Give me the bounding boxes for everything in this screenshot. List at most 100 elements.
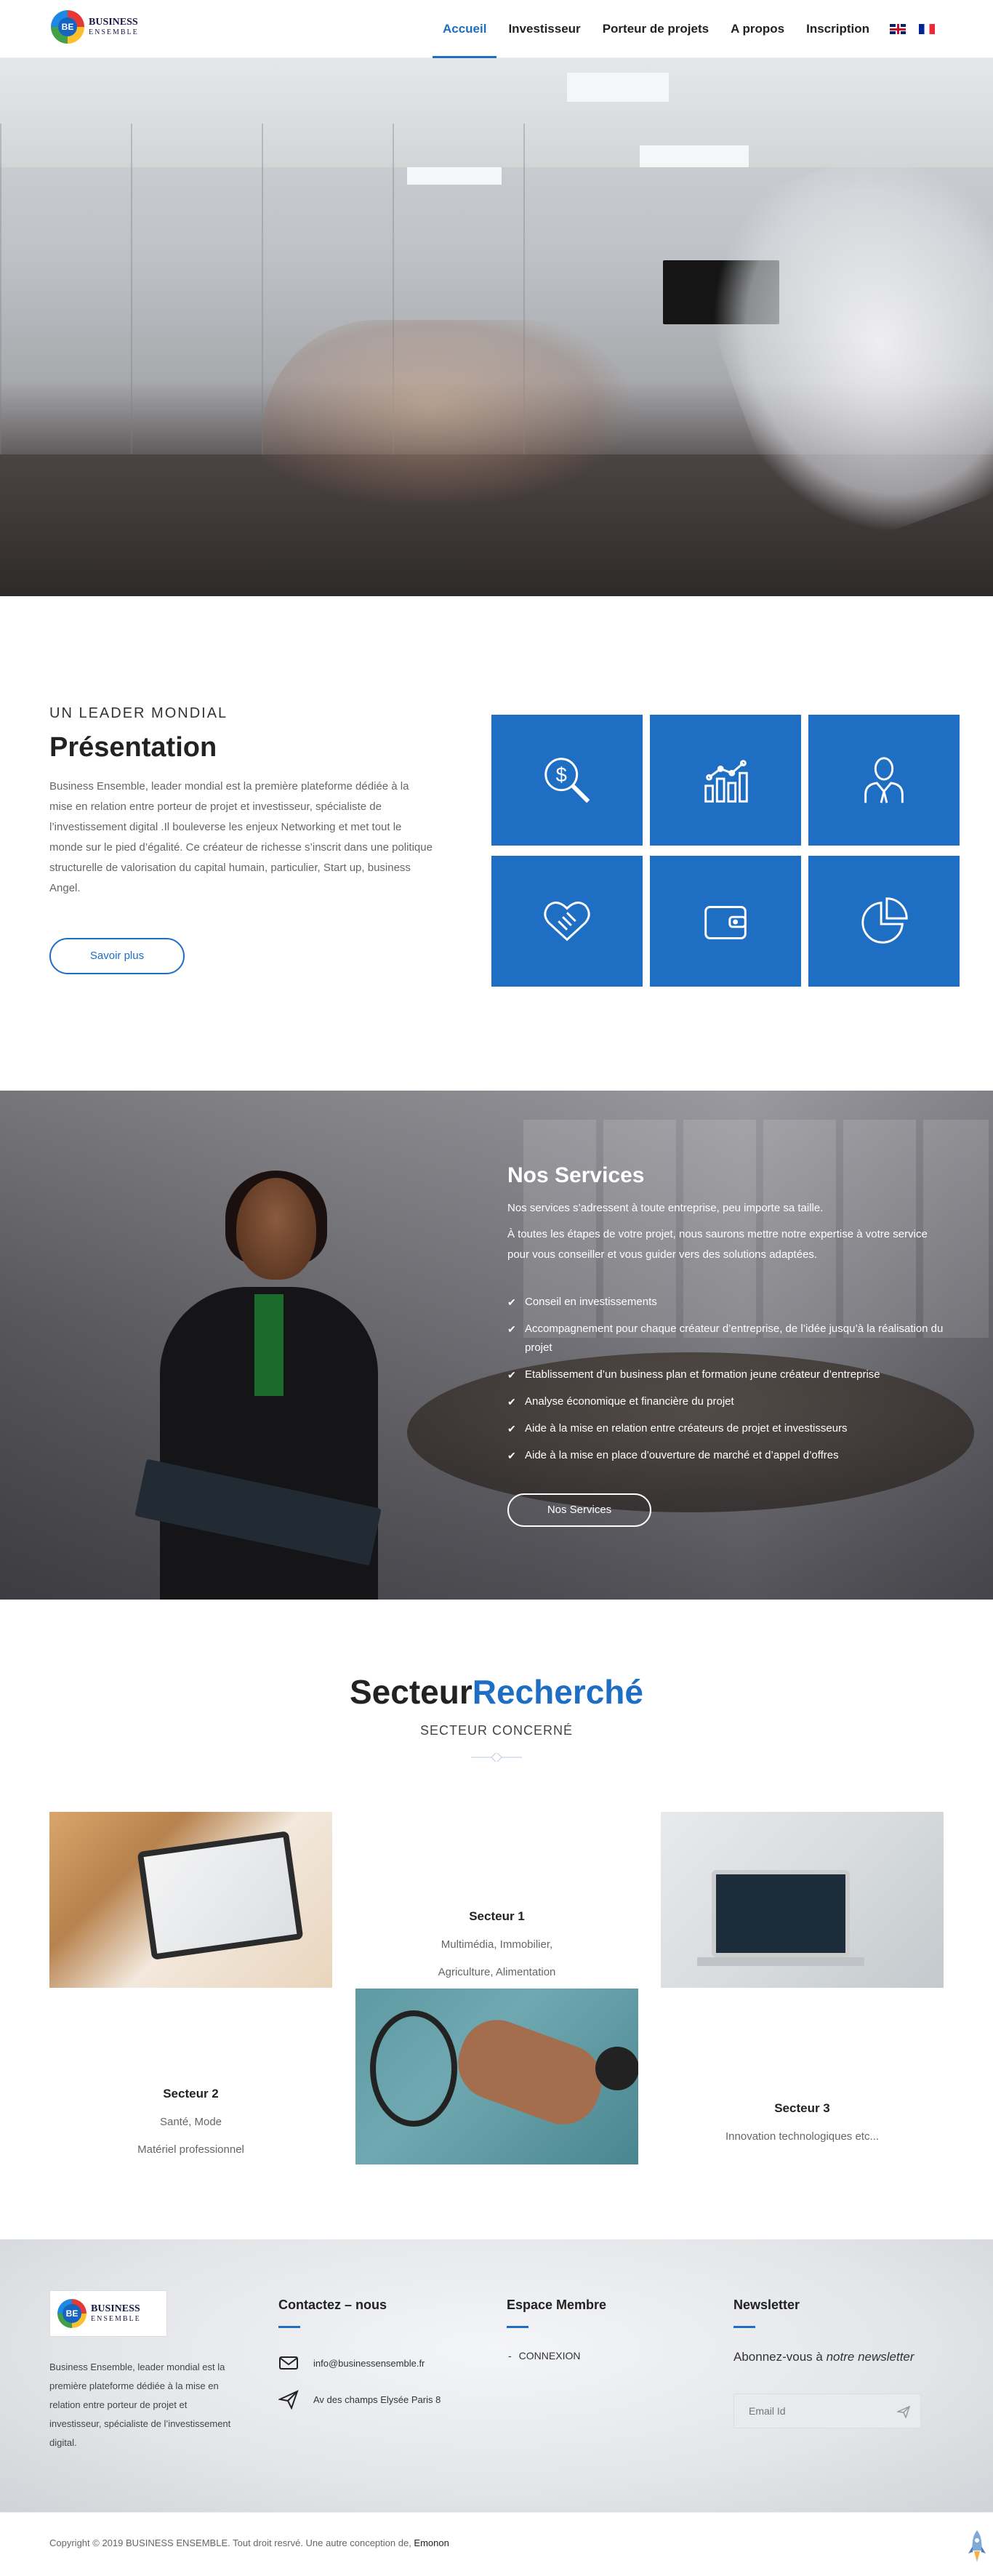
businesswoman-photo xyxy=(109,1171,429,1600)
secteur-2-block: Secteur 2 Santé, Mode Matériel professio… xyxy=(49,2087,332,2164)
svg-text:$: $ xyxy=(556,763,567,786)
nav-inscription[interactable]: Inscription xyxy=(806,0,869,58)
bar-chart-icon xyxy=(704,760,748,803)
nos-services-button[interactable]: Nos Services xyxy=(507,1493,651,1527)
secteur-title: SecteurRecherché xyxy=(350,1673,643,1711)
tile-wallet xyxy=(650,856,801,987)
bottom-bar: Copyright © 2019 BUSINESS ENSEMBLE. Tout… xyxy=(0,2512,993,2576)
secteur-2-line1: Santé, Mode xyxy=(159,2116,222,2128)
footer-logo[interactable]: BE BUSINESS ENSEMBLE xyxy=(49,2290,167,2337)
title-underline xyxy=(733,2326,755,2328)
tile-dollar-search: $ xyxy=(491,715,643,846)
site-footer: BE BUSINESS ENSEMBLE Business Ensemble, … xyxy=(0,2239,993,2512)
presentation-text-block: UN LEADER MONDIAL Présentation Business … xyxy=(49,705,435,974)
nav-accueil[interactable]: Accueil xyxy=(432,0,498,58)
fr-flag-icon[interactable] xyxy=(919,24,935,34)
envelope-icon xyxy=(279,2356,298,2370)
secteur-3-line1: Innovation technologiques etc... xyxy=(725,2130,879,2143)
main-nav: Accueil Investisseur Porteur de projets … xyxy=(421,0,935,58)
footer-contact: Contactez – nous info@businessensemble.f… xyxy=(278,2298,441,2410)
diamond-divider-icon xyxy=(471,1753,522,1762)
laptop-photo xyxy=(661,1812,944,1988)
presentation-title: Présentation xyxy=(49,732,217,763)
check-icon: ✔ xyxy=(507,1423,516,1435)
check-icon: ✔ xyxy=(507,1396,516,1408)
site-header: BE BUSINESS ENSEMBLE Accueil Investisseu… xyxy=(0,0,993,58)
logo-text: BUSINESS ENSEMBLE xyxy=(89,17,139,36)
check-icon: ✔ xyxy=(507,1450,516,1461)
tile-pie-chart xyxy=(808,856,960,987)
globe-logo-icon: BE xyxy=(51,10,84,44)
newsletter-text: Abonnez-vous à notre newsletter xyxy=(733,2350,914,2364)
handshake-icon xyxy=(544,902,590,942)
businessman-icon xyxy=(864,757,904,803)
secteur-2-title: Secteur 2 xyxy=(163,2087,219,2100)
presentation-text: Business Ensemble, leader mondial est la… xyxy=(49,780,433,894)
secteur-subtitle: SECTEUR CONCERNÉ xyxy=(419,1723,574,1738)
nav-a-propos[interactable]: A propos xyxy=(731,0,784,58)
tablet-photo xyxy=(49,1812,332,1988)
ceiling-light xyxy=(640,145,749,167)
author-link[interactable]: Emonon xyxy=(414,2537,449,2548)
secteur-3-block: Secteur 3 Innovation technologiques etc.… xyxy=(661,2101,944,2151)
wallet-icon xyxy=(704,906,747,939)
list-item: ✔ Aide à la mise en place d’ouverture de … xyxy=(507,1446,944,1465)
secteur-2-line2: Matériel professionnel xyxy=(137,2143,244,2156)
list-item: ✔ Etablissement d’un business plan et for… xyxy=(507,1365,944,1384)
connexion-link[interactable]: - CONNEXION xyxy=(507,2350,606,2362)
footer-member: Espace Membre - CONNEXION xyxy=(507,2298,606,2362)
nav-investisseur[interactable]: Investisseur xyxy=(508,0,580,58)
title-underline xyxy=(507,2326,528,2328)
presentation-section: UN LEADER MONDIAL Présentation Business … xyxy=(0,596,993,1091)
secteur-1-block: Secteur 1 Multimédia, Immobilier, Agricu… xyxy=(355,1909,638,1986)
rocket-icon[interactable] xyxy=(968,2529,986,2564)
feature-tiles-grid: $ xyxy=(491,715,960,987)
dollar-search-icon: $ xyxy=(544,758,590,803)
member-title: Espace Membre xyxy=(507,2298,607,2312)
services-description: À toutes les étapes de votre projet, nou… xyxy=(507,1228,928,1261)
contact-address: Av des champs Elysée Paris 8 xyxy=(278,2389,441,2410)
nav-porteur-de-projets[interactable]: Porteur de projets xyxy=(603,0,709,58)
tile-businessman xyxy=(808,715,960,846)
services-intro: Nos services s’adressent à toute entrepr… xyxy=(507,1202,824,1214)
title-underline xyxy=(278,2326,300,2328)
list-item: ✔ Accompagnement pour chaque créateur d’e… xyxy=(507,1320,944,1357)
services-content: Nos Services Nos services s’adressent à … xyxy=(507,1163,944,1527)
check-icon: ✔ xyxy=(507,1369,516,1381)
secteur-1-line2: Agriculture, Alimentation xyxy=(438,1966,556,1978)
copyright-text: Copyright © 2019 BUSINESS ENSEMBLE. Tout… xyxy=(49,2537,449,2548)
services-list: ✔ Conseil en investissements ✔ Accompagnem… xyxy=(507,1293,944,1465)
uk-flag-icon[interactable] xyxy=(890,24,906,34)
tile-handshake xyxy=(491,856,643,987)
list-item: ✔ Aide à la mise en relation entre créate… xyxy=(507,1419,944,1438)
hero-banner xyxy=(0,58,993,596)
savoir-plus-button[interactable]: Savoir plus xyxy=(49,938,185,974)
list-item: ✔ Conseil en investissements xyxy=(507,1293,944,1312)
services-section: Nos Services Nos services s’adressent à … xyxy=(0,1091,993,1600)
check-icon: ✔ xyxy=(507,1296,516,1308)
contact-email[interactable]: info@businessensemble.fr xyxy=(278,2353,441,2373)
footer-description: Business Ensemble, leader mondial est la… xyxy=(49,2362,231,2448)
secteur-1-line1: Multimédia, Immobilier, xyxy=(441,1938,553,1951)
presentation-kicker: UN LEADER MONDIAL xyxy=(49,705,228,721)
tile-bar-chart xyxy=(650,715,801,846)
send-icon[interactable] xyxy=(897,2405,910,2418)
contact-title: Contactez – nous xyxy=(278,2298,387,2312)
ceiling-light xyxy=(567,73,669,102)
globe-logo-icon: BE xyxy=(57,2299,87,2328)
logo-line1: BUSINESS xyxy=(89,17,138,28)
pie-chart-icon xyxy=(861,897,908,944)
site-logo[interactable]: BE BUSINESS ENSEMBLE xyxy=(51,10,139,44)
newsletter-email-field xyxy=(733,2394,921,2428)
email-input[interactable] xyxy=(734,2394,920,2428)
handshake-image xyxy=(262,320,640,509)
newsletter-title: Newsletter xyxy=(733,2298,800,2312)
medical-photo xyxy=(355,1989,638,2164)
secteur-3-title: Secteur 3 xyxy=(774,2101,830,2115)
services-title: Nos Services xyxy=(507,1163,645,1187)
footer-newsletter: Newsletter Abonnez-vous à notre newslett… xyxy=(733,2298,922,2428)
secteur-section: SecteurRecherché SECTEUR CONCERNÉ Secteu… xyxy=(0,1600,993,2239)
logo-line2: ENSEMBLE xyxy=(89,28,139,36)
check-icon: ✔ xyxy=(507,1323,516,1335)
list-item: ✔ Analyse économique et financière du pro… xyxy=(507,1392,944,1411)
